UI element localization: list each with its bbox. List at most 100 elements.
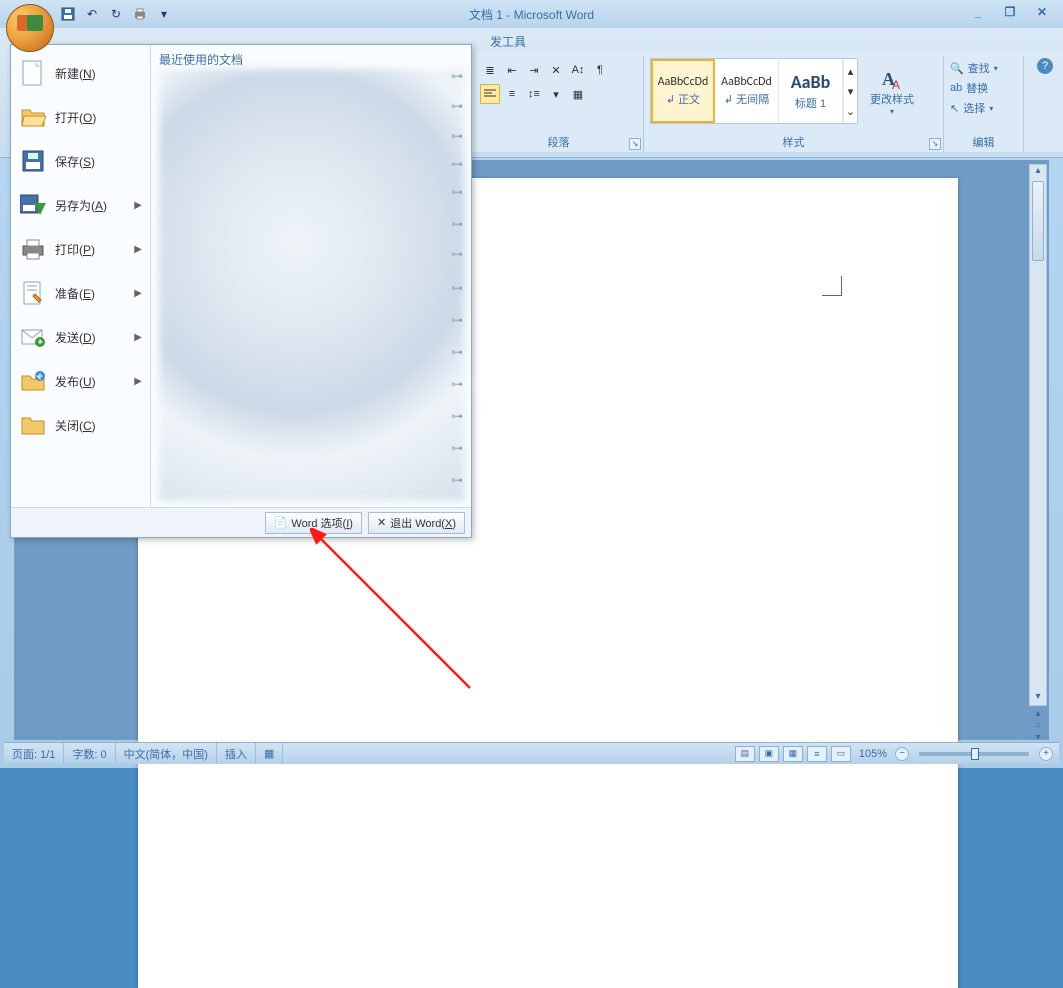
style-gallery: AaBbCcDd ↲ 正文 AaBbCcDd ↲ 无间隔 AaBb 标题 1: [650, 58, 858, 124]
group-editing: 🔍查找▾ ab替换 ↖选择▾ 编辑: [944, 56, 1024, 152]
pin-icon[interactable]: ⊶: [451, 247, 463, 261]
gallery-more[interactable]: ⌄: [845, 101, 857, 121]
close-doc-icon: [19, 411, 47, 439]
menu-send[interactable]: 发送(D) ▶: [11, 315, 150, 359]
change-styles-button[interactable]: AA 更改样式 ▾: [862, 58, 922, 124]
btn-list-bullets[interactable]: ≣: [480, 60, 500, 80]
menu-new[interactable]: 新建(N): [11, 51, 150, 95]
btn-borders[interactable]: ▦: [568, 84, 588, 104]
browse-object[interactable]: ○: [1029, 720, 1047, 732]
status-insert[interactable]: 插入: [217, 743, 256, 764]
title-bar: ↶ ↻ ▾ 文档 1 - Microsoft Word _ ❐ ✕: [0, 0, 1063, 28]
status-page[interactable]: 页面: 1/1: [4, 743, 64, 764]
save-as-icon: [19, 191, 47, 219]
close-button[interactable]: ✕: [1029, 3, 1055, 21]
btn-chinese-layout[interactable]: ✕: [546, 60, 566, 80]
word-options-button[interactable]: 📄 Word 选项(I): [265, 512, 362, 534]
office-menu: 新建(N) 打开(O) 保存(S) 另存为(A) ▶ 打印(P): [10, 44, 472, 538]
pin-icon[interactable]: ⊶: [451, 281, 463, 295]
office-menu-commands: 新建(N) 打开(O) 保存(S) 另存为(A) ▶ 打印(P): [11, 45, 151, 507]
menu-print[interactable]: 打印(P) ▶: [11, 227, 150, 271]
btn-indent-dec[interactable]: ⇤: [502, 60, 522, 80]
replace-button[interactable]: ab替换: [950, 78, 1017, 98]
style-item-heading1[interactable]: AaBb 标题 1: [779, 59, 843, 123]
magnifier-icon: 🔍: [950, 62, 964, 75]
pin-icon[interactable]: ⊶: [451, 345, 463, 359]
pin-icon[interactable]: ⊶: [451, 99, 463, 113]
menu-close[interactable]: 关闭(C): [11, 403, 150, 447]
select-button[interactable]: ↖选择▾: [950, 98, 1017, 118]
view-full-reading[interactable]: ▣: [759, 746, 779, 762]
menu-save[interactable]: 保存(S): [11, 139, 150, 183]
qat-save[interactable]: [58, 4, 78, 24]
scroll-down[interactable]: ▾: [1030, 691, 1046, 705]
status-language[interactable]: 中文(简体，中国): [116, 743, 217, 764]
cursor-marker: [822, 276, 842, 296]
view-draft[interactable]: ▭: [831, 746, 851, 762]
minimize-button[interactable]: _: [965, 3, 991, 21]
vertical-scrollbar[interactable]: ▴ ▾: [1029, 164, 1047, 706]
exit-word-button[interactable]: ✕ 退出 Word(X): [368, 512, 465, 534]
quick-access-toolbar: ↶ ↻ ▾: [58, 0, 174, 28]
status-words[interactable]: 字数: 0: [64, 743, 115, 764]
pin-icon[interactable]: ⊶: [451, 473, 463, 487]
style-item-normal[interactable]: AaBbCcDd ↲ 正文: [651, 59, 715, 123]
pin-icon[interactable]: ⊶: [451, 377, 463, 391]
pin-icon[interactable]: ⊶: [451, 185, 463, 199]
styles-dialog-launcher[interactable]: ↘: [929, 138, 941, 150]
qat-customize[interactable]: ▾: [154, 4, 174, 24]
view-outline[interactable]: ≡: [807, 746, 827, 762]
pin-icon[interactable]: ⊶: [451, 157, 463, 171]
group-label-editing: 编辑: [944, 134, 1023, 152]
ribbon-tab-dev[interactable]: 发工具: [480, 31, 536, 52]
btn-align-center[interactable]: ≡: [502, 84, 522, 104]
zoom-in[interactable]: +: [1039, 747, 1053, 761]
scroll-thumb[interactable]: [1032, 181, 1044, 261]
print-icon: [19, 235, 47, 263]
btn-indent-inc[interactable]: ⇥: [524, 60, 544, 80]
prev-page[interactable]: ▴: [1029, 708, 1047, 720]
menu-publish[interactable]: 发布(U) ▶: [11, 359, 150, 403]
pin-icon[interactable]: ⊶: [451, 313, 463, 327]
menu-save-as[interactable]: 另存为(A) ▶: [11, 183, 150, 227]
btn-align-left[interactable]: [480, 84, 500, 104]
find-button[interactable]: 🔍查找▾: [950, 58, 1017, 78]
zoom-slider[interactable]: [919, 752, 1029, 756]
maximize-button[interactable]: ❐: [997, 3, 1023, 21]
view-web[interactable]: ▦: [783, 746, 803, 762]
gallery-down[interactable]: ▾: [845, 81, 857, 101]
chevron-right-icon: ▶: [134, 200, 142, 211]
btn-sort[interactable]: A↕: [568, 60, 588, 80]
gallery-up[interactable]: ▴: [845, 61, 857, 81]
new-icon: [19, 59, 47, 87]
status-macro[interactable]: ▦: [256, 743, 283, 764]
zoom-out[interactable]: −: [895, 747, 909, 761]
prepare-icon: [19, 279, 47, 307]
pin-icon[interactable]: ⊶: [451, 441, 463, 455]
office-button[interactable]: [6, 4, 54, 52]
zoom-level[interactable]: 105%: [859, 748, 887, 760]
style-item-nospace[interactable]: AaBbCcDd ↲ 无间隔: [715, 59, 779, 123]
btn-shading[interactable]: ▾: [546, 84, 566, 104]
pin-icon[interactable]: ⊶: [451, 69, 463, 83]
btn-line-spacing[interactable]: ↕≡: [524, 84, 544, 104]
qat-redo[interactable]: ↻: [106, 4, 126, 24]
pin-icon[interactable]: ⊶: [451, 409, 463, 423]
menu-prepare[interactable]: 准备(E) ▶: [11, 271, 150, 315]
btn-show-marks[interactable]: ¶: [590, 60, 610, 80]
help-icon[interactable]: ?: [1037, 58, 1053, 74]
chevron-right-icon: ▶: [134, 332, 142, 343]
paragraph-dialog-launcher[interactable]: ↘: [629, 138, 641, 150]
menu-open[interactable]: 打开(O): [11, 95, 150, 139]
options-icon: 📄: [274, 516, 288, 529]
qat-quick-print[interactable]: [130, 4, 150, 24]
scroll-up[interactable]: ▴: [1030, 165, 1046, 179]
publish-icon: [19, 367, 47, 395]
qat-undo[interactable]: ↶: [82, 4, 102, 24]
ribbon-body: ≣ ⇤ ⇥ ✕ A↕ ¶ ≡ ↕≡ ▾ ▦ 段落 ↘: [470, 52, 1063, 152]
pin-icon[interactable]: ⊶: [451, 217, 463, 231]
view-print-layout[interactable]: ▤: [735, 746, 755, 762]
zoom-thumb[interactable]: [971, 748, 979, 760]
pin-icon[interactable]: ⊶: [451, 129, 463, 143]
recent-list-blurred: [159, 69, 465, 501]
